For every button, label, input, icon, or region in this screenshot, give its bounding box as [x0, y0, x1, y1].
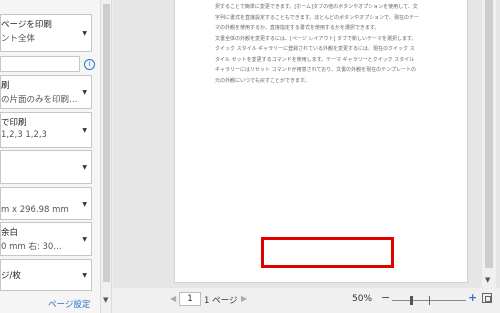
scroll-down-arrow-icon[interactable]: ▼ — [103, 296, 108, 304]
chevron-down-icon: ▼ — [82, 236, 87, 243]
pages-input[interactable] — [0, 56, 80, 72]
sides-label: 刷 — [1, 81, 10, 91]
sides-dropdown[interactable]: 刷 の片面のみを印刷… ▼ — [0, 75, 92, 109]
margins-value: 0 mm 右: 30… — [1, 242, 62, 252]
scroll-down-arrow-icon[interactable]: ▼ — [485, 276, 490, 284]
print-range-value: ント全体 — [1, 34, 36, 44]
page-text-line: ギャラリーにはリセット コマンドが用意されており、文書の外観を現在のテンプレート… — [215, 67, 416, 73]
collate-label: で印刷 — [1, 118, 27, 128]
previous-page-icon[interactable]: ◀ — [170, 294, 176, 303]
page-text-line: 元の外観にいつでも戻すことができます。 — [215, 77, 310, 84]
preview-status-bar: ◀ 1 1 ページ ▶ 50% − + — [113, 288, 500, 313]
highlight-box — [261, 237, 394, 268]
print-range-dropdown[interactable]: ページを印刷 ント全体 ▼ — [0, 14, 92, 52]
chevron-down-icon: ▼ — [82, 30, 87, 37]
page-count-label: 1 ページ — [204, 296, 238, 306]
page-body-text: 択することで簡単に変更できます。[ホーム]タブの他のボタンやオプションを使用して… — [215, 2, 425, 86]
page-text-line: 文書全体の外観を変更するには、[ページ レイアウト] タブで新しいテーマを選択し… — [215, 35, 417, 42]
page-text-line: タイル セットを変更するコマンドを使用します。テーマ ギャラリーとクイック スタ… — [215, 56, 415, 63]
page-text-line: クイック スタイル ギャラリーに登録されている外観を変更するには、現在のクイック… — [215, 46, 415, 52]
chevron-down-icon: ▼ — [82, 89, 87, 96]
margins-label: 余白 — [1, 228, 19, 238]
panel-scrollbar[interactable]: ▼ — [100, 0, 112, 313]
panel-scrollbar-thumb[interactable] — [103, 4, 110, 282]
collate-dropdown[interactable]: で印刷 1,2,3 1,2,3 ▼ — [0, 112, 92, 148]
chevron-down-icon: ▼ — [82, 272, 87, 279]
print-settings-panel: ページを印刷 ント全体 ▼ i 刷 の片面のみを印刷… ▼ で印刷 1,2,3 … — [0, 0, 101, 313]
orientation-dropdown[interactable]: ▼ — [0, 150, 92, 184]
paper-size-dropdown[interactable]: m x 296.98 mm ▼ — [0, 187, 92, 220]
paper-size-value: m x 296.98 mm — [1, 205, 69, 215]
sides-value: の片面のみを印刷… — [1, 95, 78, 105]
page-setup-link[interactable]: ページ設定 — [48, 298, 90, 310]
zoom-out-icon[interactable]: − — [381, 291, 390, 304]
collate-value: 1,2,3 1,2,3 — [1, 130, 47, 140]
preview-scrollbar-thumb[interactable] — [485, 0, 493, 268]
zoom-to-page-icon[interactable] — [482, 293, 492, 303]
pages-per-sheet-label: ジ/枚 — [1, 271, 21, 281]
preview-scrollbar[interactable]: ▼ — [482, 0, 496, 288]
zoom-slider-thumb[interactable] — [409, 296, 413, 305]
page-text-line: マの外観を使用するか、直接指定する書式を使用するかを選択できます。 — [215, 25, 380, 31]
page-text-line: 字列に書式を直接設定することもできます。ほとんどのボタンやオプションで、現在のテ… — [215, 14, 419, 21]
print-range-label: ページを印刷 — [1, 20, 52, 30]
margins-dropdown[interactable]: 余白 0 mm 右: 30… ▼ — [0, 222, 92, 256]
zoom-in-icon[interactable]: + — [468, 291, 477, 304]
print-preview-area: 択することで簡単に変更できます。[ホーム]タブの他のボタンやオプションを使用して… — [113, 0, 500, 313]
next-page-icon[interactable]: ▶ — [241, 294, 247, 303]
pages-per-sheet-dropdown[interactable]: ジ/枚 ▼ — [0, 259, 92, 291]
chevron-down-icon: ▼ — [82, 127, 87, 134]
chevron-down-icon: ▼ — [82, 200, 87, 208]
zoom-percent[interactable]: 50% — [352, 294, 372, 304]
info-icon[interactable]: i — [84, 59, 95, 70]
zoom-center-tick — [429, 296, 430, 305]
chevron-down-icon: ▼ — [82, 164, 87, 171]
current-page-input[interactable]: 1 — [179, 292, 201, 306]
page-text-line: 択することで簡単に変更できます。[ホーム]タブの他のボタンやオプションを使用して… — [215, 4, 418, 10]
